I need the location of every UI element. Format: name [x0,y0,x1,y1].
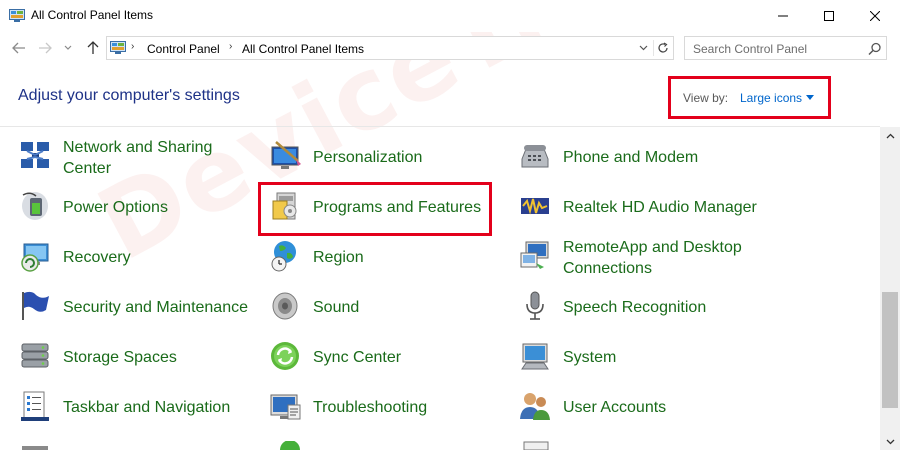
window-title: All Control Panel Items [31,8,154,22]
item-remoteapp-and-desktop-connections[interactable]: RemoteApp and Desktop Connections [518,237,758,277]
item-label: Sync Center [313,349,402,366]
item-storage-spaces[interactable]: Storage Spaces [18,337,248,377]
chevron-down-icon [639,45,647,51]
flag-icon [22,291,49,320]
item-label: Security and Maintenance [63,299,248,316]
microphone-icon [526,291,544,320]
chevron-down-icon [64,45,72,50]
phone-icon [521,145,549,168]
item-label: Power Options [63,199,168,216]
item-label: Taskbar and Navigation [63,399,231,416]
annotation-box-programs [258,182,492,236]
item-label: RemoteApp and Desktop Connections [563,239,742,277]
item-troubleshooting[interactable]: Troubleshooting [268,387,498,427]
view-by-label: View by: [683,91,729,105]
scrollbar-thumb[interactable] [882,292,898,408]
forward-button[interactable] [36,39,54,57]
maximize-icon [824,11,834,21]
header-divider [0,126,880,127]
control-panel-icon [110,41,126,54]
item-region[interactable]: Region [268,237,498,277]
partial-window-icon [523,441,549,450]
users-icon [520,393,550,420]
refresh-button[interactable] [653,40,671,56]
search-box[interactable] [684,36,887,60]
item-realtek-hd-audio-manager[interactable]: Realtek HD Audio Manager [518,187,778,227]
item-label: Personalization [313,149,423,166]
remoteapp-icon [520,241,549,269]
search-input[interactable] [693,42,863,56]
up-button[interactable] [84,39,102,57]
view-by-caret-icon[interactable] [806,95,814,100]
network-icon [21,142,49,168]
arrow-left-icon [12,42,25,54]
storage-icon [21,343,49,368]
breadcrumb-control-panel[interactable]: Control Panel [147,42,220,56]
item-label: Recovery [63,249,131,266]
item-label: Troubleshooting [313,399,428,416]
breadcrumb-separator-icon[interactable]: › [229,41,232,52]
globe-icon [271,241,296,272]
item-label: User Accounts [563,399,667,416]
view-by-dropdown[interactable]: Large icons [740,91,802,105]
troubleshooting-icon [270,394,301,420]
navigation-bar: › Control Panel › All Control Panel Item… [0,32,900,64]
item-sync-center[interactable]: Sync Center [268,337,498,377]
breadcrumb-separator-icon[interactable]: › [131,41,134,52]
scroll-down-button[interactable] [880,433,900,450]
item-recovery[interactable]: Recovery [18,237,248,277]
item-network-and-sharing-center[interactable]: Network and Sharing Center [18,137,248,177]
item-label: Network and Sharing Center [63,139,213,177]
item-security-and-maintenance[interactable]: Security and Maintenance [18,287,258,327]
system-icon [521,343,549,370]
item-label: Realtek HD Audio Manager [563,199,757,216]
partial-item-icon [22,446,48,450]
item-label: System [563,349,617,366]
personalization-icon [271,141,301,169]
close-button[interactable] [852,0,898,32]
item-label: Storage Spaces [63,349,177,366]
minimize-icon [778,15,788,17]
refresh-icon [657,42,668,53]
chevron-down-icon [886,439,894,444]
address-bar[interactable]: › Control Panel › All Control Panel Item… [106,36,674,60]
power-icon [22,192,48,220]
sync-icon [271,342,299,370]
item-user-accounts[interactable]: User Accounts [518,387,758,427]
partial-globe-icon [280,441,300,450]
item-label: Phone and Modem [563,149,699,166]
taskbar-icon [21,391,49,421]
maximize-button[interactable] [806,0,852,32]
recovery-icon [21,243,49,272]
item-phone-and-modem[interactable]: Phone and Modem [518,137,758,177]
page-heading: Adjust your computer's settings [18,87,240,104]
item-system[interactable]: System [518,337,758,377]
vertical-scrollbar[interactable] [880,127,900,450]
item-label: Region [313,249,364,266]
address-dropdown-button[interactable] [635,40,651,56]
close-icon [870,11,880,21]
item-power-options[interactable]: Power Options [18,187,248,227]
title-bar: All Control Panel Items [0,0,900,32]
breadcrumb-all-items[interactable]: All Control Panel Items [242,42,364,56]
chevron-up-icon [886,133,894,138]
audio-manager-icon [521,198,549,215]
item-label: Sound [313,299,360,316]
item-taskbar-and-navigation[interactable]: Taskbar and Navigation [18,387,248,427]
back-button[interactable] [10,39,28,57]
search-icon[interactable] [868,42,882,56]
item-personalization[interactable]: Personalization [268,137,498,177]
arrow-up-icon [87,41,99,54]
item-sound[interactable]: Sound [268,287,498,327]
control-panel-icon [9,9,25,22]
recent-locations-button[interactable] [62,39,74,57]
item-speech-recognition[interactable]: Speech Recognition [518,287,758,327]
scroll-up-button[interactable] [880,127,900,144]
minimize-button[interactable] [760,0,806,32]
arrow-right-icon [39,42,52,54]
speaker-icon [272,292,298,320]
item-label: Speech Recognition [563,299,707,316]
